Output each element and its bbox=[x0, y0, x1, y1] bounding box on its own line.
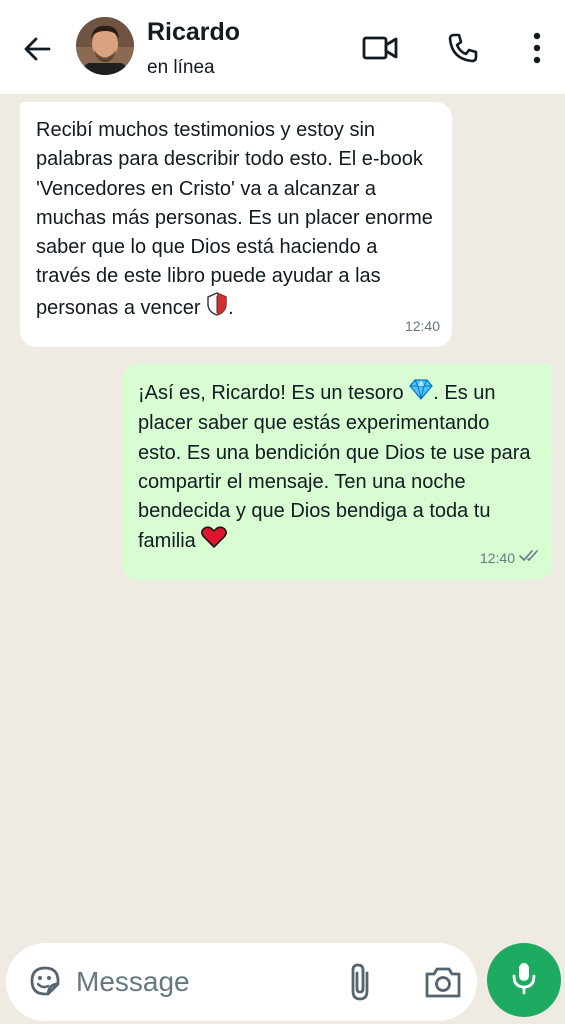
outgoing-message[interactable]: ¡Así es, Ricardo! Es un tesoro . Es un p… bbox=[122, 364, 553, 580]
camera-icon[interactable] bbox=[422, 963, 464, 1001]
contact-status: en línea bbox=[147, 57, 215, 78]
message-text: ¡Así es, Ricardo! Es un tesoro . Es un p… bbox=[138, 378, 537, 558]
message-body: Recibí muchos testimonios y estoy sin pa… bbox=[36, 119, 433, 319]
chat-area[interactable]: Recibí muchos testimonios y estoy sin pa… bbox=[0, 94, 565, 940]
back-arrow-icon[interactable] bbox=[18, 30, 56, 68]
gem-icon bbox=[409, 378, 434, 409]
message-body-rest: . Es un placer saber que estás experimen… bbox=[138, 381, 531, 553]
microphone-button[interactable] bbox=[487, 943, 561, 1017]
incoming-message[interactable]: Recibí muchos testimonios y estoy sin pa… bbox=[20, 102, 452, 348]
chat-header: Ricardo en línea bbox=[0, 0, 565, 94]
message-body-start: ¡Así es, Ricardo! Es un tesoro bbox=[138, 381, 404, 404]
red-heart-icon bbox=[201, 526, 228, 557]
shield-icon bbox=[206, 292, 228, 325]
message-text: Recibí muchos testimonios y estoy sin pa… bbox=[36, 116, 436, 325]
message-input[interactable] bbox=[76, 963, 326, 1001]
attach-icon[interactable] bbox=[343, 961, 379, 1003]
message-time: 12:40 bbox=[479, 550, 515, 567]
message-meta: 12:40 bbox=[480, 544, 541, 573]
microphone-icon bbox=[510, 961, 538, 1000]
sticker-icon[interactable] bbox=[26, 962, 64, 1000]
message-time: 12:40 bbox=[404, 317, 440, 334]
contact-name[interactable]: Ricardo bbox=[147, 18, 240, 47]
read-double-check-icon bbox=[519, 544, 541, 573]
more-options-icon[interactable] bbox=[517, 28, 557, 68]
message-meta: 12:40 bbox=[405, 312, 440, 341]
video-call-icon[interactable] bbox=[360, 28, 400, 68]
voice-call-icon[interactable] bbox=[443, 28, 483, 68]
avatar[interactable] bbox=[76, 17, 134, 75]
message-trailing-text: . bbox=[228, 296, 234, 319]
message-composer bbox=[6, 943, 477, 1021]
